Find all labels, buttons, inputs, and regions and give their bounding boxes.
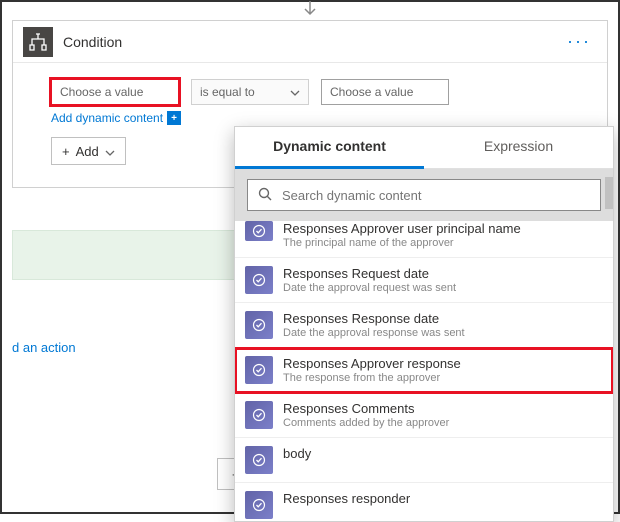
add-button-label: Add [76, 144, 99, 159]
item-title: Responses Response date [283, 311, 603, 326]
item-subtitle: Comments added by the approver [283, 417, 603, 429]
add-button[interactable]: + Add [51, 137, 126, 165]
card-menu-button[interactable]: ··· [561, 31, 597, 52]
item-title: Responses responder [283, 491, 603, 506]
item-title: Responses Approver response [283, 356, 603, 371]
item-title: Responses Request date [283, 266, 603, 281]
item-title: body [283, 446, 603, 461]
approval-icon [245, 356, 273, 384]
item-title: Responses Approver user principal name [283, 221, 603, 236]
tab-expression[interactable]: Expression [424, 127, 613, 169]
plus-icon: + [62, 144, 70, 159]
approval-icon [245, 221, 273, 241]
approval-icon [245, 311, 273, 339]
item-subtitle: The response from the approver [283, 372, 603, 384]
tab-dynamic-content[interactable]: Dynamic content [235, 127, 424, 169]
dynamic-content-popup: Dynamic content Expression Responses App… [234, 126, 614, 522]
plus-icon[interactable]: + [167, 111, 181, 125]
dynamic-content-item[interactable]: Responses Response dateDate the approval… [235, 303, 613, 348]
operator-label: is equal to [200, 85, 255, 99]
item-title: Responses Comments [283, 401, 603, 416]
search-input[interactable] [282, 188, 590, 203]
dynamic-content-item[interactable]: Responses Approver user principal nameTh… [235, 221, 613, 258]
add-dynamic-content-link[interactable]: Add dynamic content [51, 111, 163, 125]
approval-icon [245, 446, 273, 474]
dynamic-content-item[interactable]: Responses CommentsComments added by the … [235, 393, 613, 438]
dynamic-content-item[interactable]: Responses Request dateDate the approval … [235, 258, 613, 303]
approval-icon [245, 266, 273, 294]
value-2-input[interactable]: Choose a value [321, 79, 449, 105]
item-subtitle: Date the approval response was sent [283, 327, 603, 339]
approval-icon [245, 401, 273, 429]
item-subtitle: Date the approval request was sent [283, 282, 603, 294]
dynamic-content-list: Responses Approver user principal nameTh… [235, 221, 613, 521]
operator-dropdown[interactable]: is equal to [191, 79, 309, 105]
search-box[interactable] [247, 179, 601, 211]
flow-arrow-icon [300, 1, 320, 17]
dynamic-content-item[interactable]: Responses Approver responseThe response … [235, 348, 613, 393]
dynamic-content-item[interactable]: body [235, 438, 613, 483]
value-1-input[interactable]: Choose a value [51, 79, 179, 105]
condition-icon [23, 27, 53, 57]
dynamic-content-item[interactable]: Responses responder [235, 483, 613, 521]
condition-header[interactable]: Condition ··· [13, 21, 607, 63]
chevron-down-icon [105, 144, 115, 159]
scrollbar-thumb[interactable] [605, 177, 613, 209]
add-action-link-partial[interactable]: d an action [12, 340, 76, 355]
popup-tabs: Dynamic content Expression [235, 127, 613, 169]
chevron-down-icon [290, 85, 300, 99]
approval-icon [245, 491, 273, 519]
search-icon [258, 187, 272, 204]
item-subtitle: The principal name of the approver [283, 237, 603, 249]
condition-title: Condition [63, 34, 561, 50]
